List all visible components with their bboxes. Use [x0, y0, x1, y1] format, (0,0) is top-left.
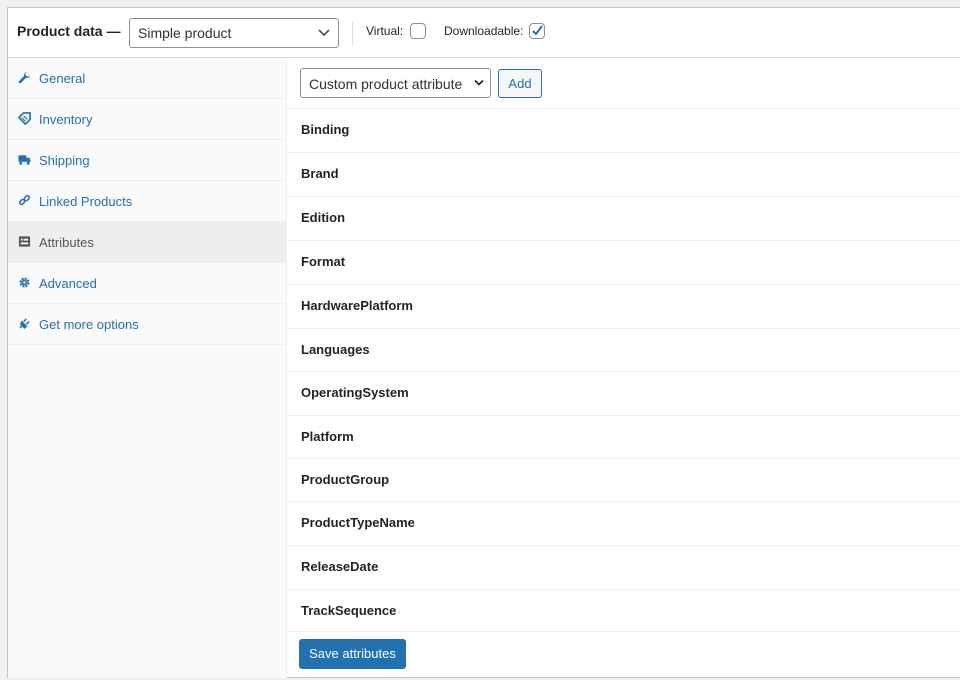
attribute-row[interactable]: ProductTypeName — [287, 502, 960, 546]
wrench-icon — [18, 71, 31, 84]
tab-linked-products[interactable]: Linked Products — [8, 181, 286, 222]
divider — [352, 21, 353, 45]
attribute-name: TrackSequence — [301, 603, 397, 618]
tab-attributes[interactable]: Attributes — [8, 222, 286, 263]
tag-icon — [18, 112, 31, 125]
chevron-down-icon — [318, 29, 330, 37]
attribute-row[interactable]: Brand — [287, 153, 960, 197]
attribute-row[interactable]: Format — [287, 241, 960, 285]
tab-inventory[interactable]: Inventory — [8, 99, 286, 140]
attribute-name: ProductTypeName — [301, 515, 415, 530]
virtual-checkbox[interactable] — [410, 23, 426, 39]
link-icon — [18, 194, 31, 206]
attribute-name: OperatingSystem — [301, 385, 409, 400]
attribute-name: ReleaseDate — [301, 559, 379, 574]
product-data-tabs: General Inventory Shipping Linked Produc… — [8, 58, 287, 678]
attribute-row[interactable]: Languages — [287, 329, 960, 372]
tab-get-more-options[interactable]: Get more options — [8, 304, 286, 345]
attributes-panel: Custom product attribute Add Binding Bra… — [287, 58, 960, 678]
attributes-toolbar: Custom product attribute Add — [287, 58, 960, 109]
attribute-row[interactable]: Platform — [287, 416, 960, 459]
panel-header: Product data — Simple product Virtual: D… — [8, 8, 960, 58]
product-data-title: Product data — — [17, 23, 121, 39]
attribute-name: Platform — [301, 429, 354, 444]
downloadable-checkbox[interactable] — [529, 23, 545, 39]
tab-label: Attributes — [39, 235, 94, 250]
save-attributes-button[interactable]: Save attributes — [299, 639, 406, 669]
product-type-value: Simple product — [138, 25, 232, 41]
attribute-name: HardwarePlatform — [301, 298, 413, 313]
attribute-name: Binding — [301, 122, 350, 137]
attribute-row[interactable]: TrackSequence — [287, 590, 960, 632]
attribute-row[interactable]: HardwarePlatform — [287, 285, 960, 329]
tab-general[interactable]: General — [8, 58, 286, 99]
attribute-row[interactable]: ReleaseDate — [287, 546, 960, 590]
tab-label: Inventory — [39, 112, 93, 127]
add-attribute-button[interactable]: Add — [498, 69, 542, 98]
attribute-name: Languages — [301, 342, 370, 357]
attribute-row[interactable]: Binding — [287, 109, 960, 153]
tab-label: Advanced — [39, 276, 97, 291]
attribute-type-value: Custom product attribute — [309, 76, 463, 92]
tab-shipping[interactable]: Shipping — [8, 140, 286, 181]
attribute-name: ProductGroup — [301, 472, 390, 487]
chevron-down-icon — [474, 79, 484, 86]
attribute-row[interactable]: OperatingSystem — [287, 372, 960, 416]
attribute-name: Format — [301, 254, 346, 269]
tab-advanced[interactable]: Advanced — [8, 263, 286, 304]
virtual-label: Virtual: — [366, 24, 404, 38]
tab-label: Get more options — [39, 317, 139, 332]
attribute-name: Edition — [301, 210, 346, 225]
downloadable-label: Downloadable: — [444, 24, 524, 38]
attribute-type-select[interactable]: Custom product attribute — [300, 68, 491, 98]
tab-label: General — [39, 71, 86, 86]
list-view-icon — [18, 236, 31, 247]
product-data-panel: Product data — Simple product Virtual: D… — [7, 7, 960, 678]
tab-label: Shipping — [39, 153, 90, 168]
checkmark-icon — [532, 25, 543, 36]
truck-icon — [18, 155, 31, 165]
product-type-select[interactable]: Simple product — [129, 18, 339, 48]
plugin-icon — [19, 318, 30, 330]
attribute-row[interactable]: ProductGroup — [287, 459, 960, 502]
tab-label: Linked Products — [39, 194, 133, 209]
attribute-name: Brand — [301, 166, 339, 181]
gear-icon — [19, 277, 30, 288]
attribute-row[interactable]: Edition — [287, 197, 960, 241]
